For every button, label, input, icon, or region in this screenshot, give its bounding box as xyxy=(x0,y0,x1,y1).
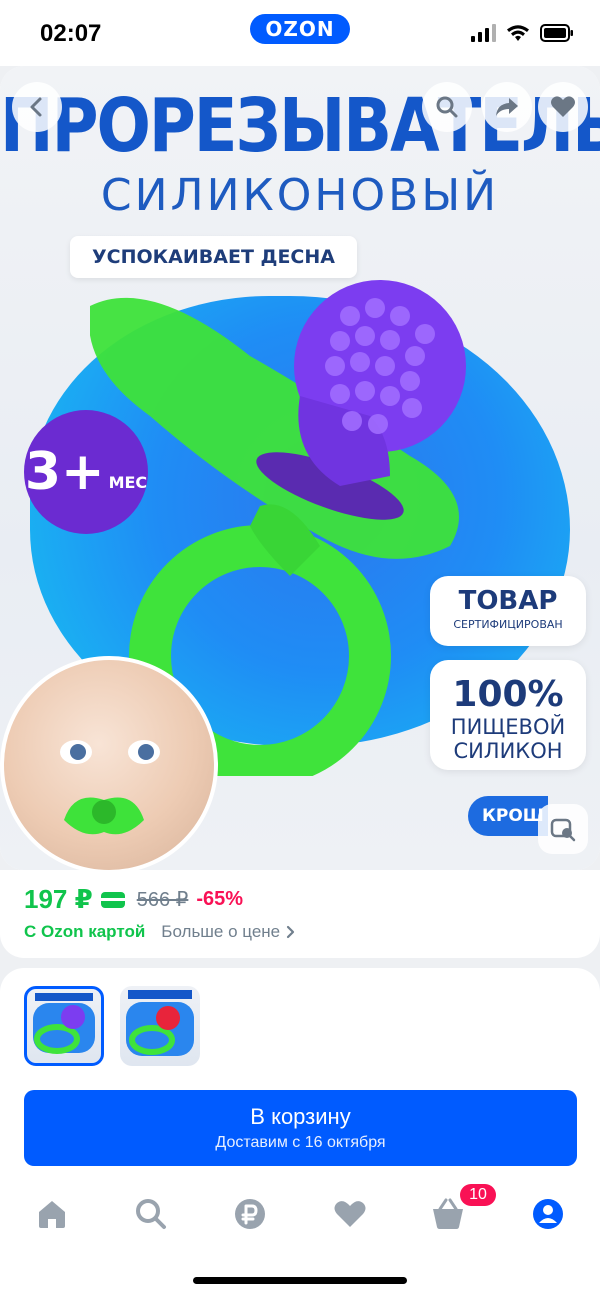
price-discount: -65% xyxy=(196,888,244,910)
home-icon xyxy=(39,1201,65,1228)
image-search-button[interactable] xyxy=(538,804,588,854)
certified-badge: ТОВАР СЕРТИФИЦИРОВАН xyxy=(430,576,586,646)
tab-favorites[interactable] xyxy=(330,1194,370,1234)
product-image-gallery[interactable]: ПРОРЕЗЫВАТЕЛЬ СИЛИКОНОВЫЙ УСПОКАИВАЕТ ДЕ… xyxy=(0,66,600,870)
thumbnail-2[interactable] xyxy=(120,986,200,1066)
tab-home[interactable] xyxy=(32,1194,72,1234)
age-badge-number: 3+ xyxy=(24,442,105,502)
tab-finance[interactable] xyxy=(230,1194,270,1234)
cart-badge: 10 xyxy=(460,1184,496,1206)
ruble-icon xyxy=(235,1199,265,1229)
chevron-left-icon xyxy=(30,97,42,117)
search-icon xyxy=(436,96,458,118)
battery-icon xyxy=(540,24,574,42)
age-badge-unit: МЕС xyxy=(108,472,148,492)
price-row: 197 ₽ 566 ₽ -65% xyxy=(24,884,243,915)
search-button[interactable] xyxy=(422,82,472,132)
more-about-price-link[interactable]: Больше о цене xyxy=(161,922,296,942)
silicone-badge-line2: СИЛИКОН xyxy=(453,739,563,763)
purchase-section: В корзину Доставим с 16 октября xyxy=(0,968,600,1178)
price-section: 197 ₽ 566 ₽ -65% С Ozon картой Больше о … xyxy=(0,870,600,958)
search-icon xyxy=(136,1199,166,1229)
add-to-cart-label: В корзину xyxy=(250,1104,351,1129)
ozon-logo: OZON xyxy=(250,14,350,44)
product-image-subtitle: СИЛИКОНОВЫЙ xyxy=(100,170,500,221)
baby-photo xyxy=(0,656,218,870)
price-current: 197 ₽ xyxy=(24,884,93,914)
status-time: 02:07 xyxy=(40,20,102,47)
status-icons xyxy=(471,24,574,42)
back-button[interactable] xyxy=(12,82,62,132)
share-button[interactable] xyxy=(482,82,532,132)
image-search-icon xyxy=(550,818,576,842)
price-subline: С Ozon картой Больше о цене xyxy=(24,922,296,942)
share-icon xyxy=(496,98,518,116)
certified-badge-text: СЕРТИФИЦИРОВАН xyxy=(453,618,563,631)
signal-icon xyxy=(471,24,496,42)
status-bar: 02:07 OZON xyxy=(0,0,600,66)
ozon-card-icon xyxy=(100,891,125,908)
silicone-badge: 100% ПИЩЕВОЙ СИЛИКОН xyxy=(430,660,586,770)
age-badge: 3+ МЕС xyxy=(24,410,148,534)
heart-icon xyxy=(551,96,575,117)
chevron-right-icon xyxy=(287,925,295,939)
tab-search[interactable] xyxy=(131,1194,171,1234)
profile-icon xyxy=(533,1199,563,1229)
cart-icon xyxy=(433,1198,463,1229)
silicone-badge-line1: ПИЩЕВОЙ xyxy=(450,715,566,739)
delivery-date-label: Доставим с 16 октября xyxy=(215,1134,386,1151)
heart-icon xyxy=(334,1201,366,1227)
home-indicator[interactable] xyxy=(193,1277,407,1284)
ozon-card-label: С Ozon картой xyxy=(24,922,146,941)
favorite-button[interactable] xyxy=(538,82,588,132)
certified-badge-title: ТОВАР xyxy=(458,586,558,616)
tab-profile[interactable] xyxy=(528,1194,568,1234)
wifi-icon xyxy=(506,24,530,42)
silicone-badge-percent: 100% xyxy=(452,674,564,715)
thumbnail-1[interactable] xyxy=(24,986,104,1066)
more-about-price-label: Больше о цене xyxy=(161,922,281,941)
add-to-cart-button[interactable]: В корзину Доставим с 16 октября xyxy=(24,1090,577,1166)
price-old: 566 ₽ xyxy=(136,889,189,911)
brand-pill: КРОШ xyxy=(468,796,548,836)
